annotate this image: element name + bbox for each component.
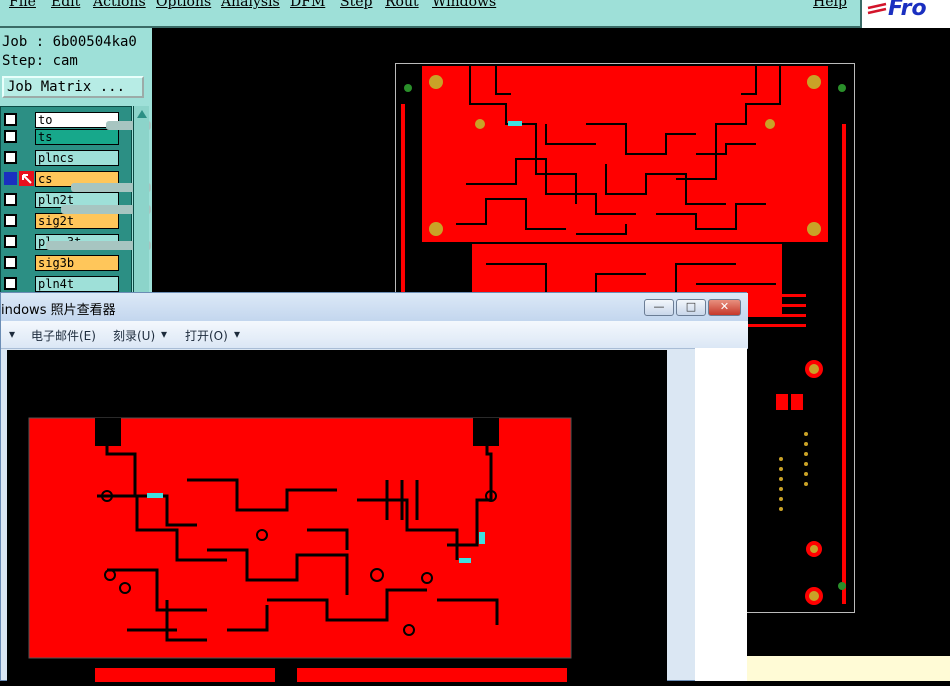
job-panel: Job : 6b00504ka0 Step: cam Job Matrix ..… bbox=[0, 28, 152, 306]
menu-step[interactable]: Step bbox=[340, 0, 372, 10]
close-button[interactable]: ✕ bbox=[708, 299, 741, 316]
open-menu[interactable]: 打开(O) bbox=[185, 327, 228, 344]
layer-checkbox[interactable] bbox=[4, 277, 17, 290]
photo-viewer-window: indows 照片查看器 — □ ✕ ▾ 电子邮件(E) 刻录(U) ▾ 打开(… bbox=[0, 292, 748, 682]
layer-row[interactable]: plncs bbox=[1, 149, 131, 167]
menu-rout[interactable]: Rout bbox=[385, 0, 419, 10]
menu-edit[interactable]: Edit bbox=[51, 0, 80, 10]
layer-row[interactable]: ts bbox=[1, 128, 131, 146]
layer-checkbox[interactable] bbox=[4, 214, 17, 227]
email-menu[interactable]: 电子邮件(E) bbox=[31, 327, 96, 344]
menu-options[interactable]: Options bbox=[156, 0, 211, 10]
menu-file[interactable]: File bbox=[9, 0, 36, 10]
layer-name[interactable]: plncs bbox=[35, 150, 119, 166]
menu-help[interactable]: Help bbox=[813, 0, 847, 10]
logo-swoosh-icon bbox=[867, 2, 887, 15]
chevron-down-icon[interactable]: ▾ bbox=[234, 327, 240, 341]
photo-display[interactable] bbox=[7, 350, 667, 682]
logo-text: Fro bbox=[888, 0, 927, 21]
photo-viewer-titlebar[interactable]: indows 照片查看器 — □ ✕ bbox=[1, 293, 748, 321]
menu-actions[interactable]: Actions bbox=[93, 0, 146, 10]
layer-row[interactable]: pln4t bbox=[1, 275, 131, 293]
layer-name[interactable]: pln4t bbox=[35, 276, 119, 292]
maximize-button[interactable]: □ bbox=[676, 299, 706, 316]
menu-analysis[interactable]: Analysis bbox=[221, 0, 280, 10]
layer-checkbox[interactable] bbox=[4, 113, 17, 126]
job-label: Job : 6b00504ka0 bbox=[2, 34, 137, 50]
job-matrix-button[interactable]: Job Matrix ... bbox=[2, 76, 144, 98]
step-label: Step: cam bbox=[2, 53, 78, 69]
layer-name[interactable]: sig3b bbox=[35, 255, 119, 271]
photo-viewer-toolbar: ▾ 电子邮件(E) 刻录(U) ▾ 打开(O) ▾ bbox=[1, 321, 748, 349]
layer-checkbox[interactable] bbox=[4, 256, 17, 269]
layer-checkbox[interactable] bbox=[4, 130, 17, 143]
menu-bar: File Edit Actions Options Analysis DFM S… bbox=[0, 0, 860, 28]
minimize-button[interactable]: — bbox=[644, 299, 674, 316]
pcb-photo bbox=[28, 417, 572, 682]
layer-checkbox[interactable] bbox=[4, 235, 17, 248]
layer-checkbox[interactable] bbox=[4, 172, 17, 185]
chevron-down-icon[interactable]: ▾ bbox=[9, 327, 15, 341]
scroll-up-icon[interactable] bbox=[135, 108, 149, 120]
chevron-down-icon[interactable]: ▾ bbox=[161, 327, 167, 341]
layer-name[interactable]: sig2t bbox=[35, 213, 119, 229]
layer-checkbox[interactable] bbox=[4, 193, 17, 206]
layer-row[interactable]: sig3b bbox=[1, 254, 131, 272]
burn-menu[interactable]: 刻录(U) bbox=[113, 327, 155, 344]
menu-windows[interactable]: Windows bbox=[432, 0, 496, 10]
layer-scrollbar[interactable] bbox=[133, 106, 149, 306]
layer-checkbox[interactable] bbox=[4, 151, 17, 164]
menu-dfm[interactable]: DFM bbox=[290, 0, 325, 10]
viewer-side-panel bbox=[695, 348, 747, 681]
frontline-logo: Fro bbox=[860, 0, 950, 28]
layer-row[interactable]: sig2t bbox=[1, 212, 131, 230]
work-layer-arrow-icon bbox=[19, 171, 34, 186]
window-title: indows 照片查看器 bbox=[1, 303, 116, 318]
status-area bbox=[747, 656, 950, 681]
layer-list: to ts plncs cs pln2t sig2t pl. bbox=[0, 106, 151, 306]
layer-name[interactable]: ts bbox=[35, 129, 119, 145]
